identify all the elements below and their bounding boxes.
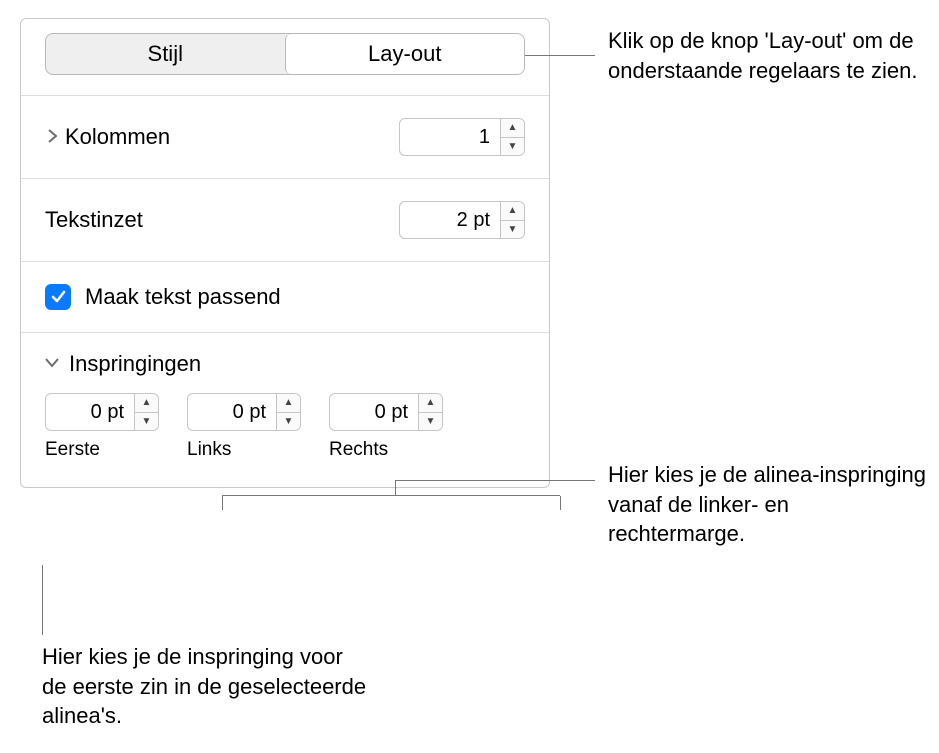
callout-layout-button: Klik op de knop 'Lay-out' om de ondersta… xyxy=(608,26,928,85)
tab-layout-label: Lay-out xyxy=(368,41,441,67)
indent-right-col: ▲ ▼ Rechts xyxy=(329,393,443,461)
chevron-right-icon[interactable] xyxy=(45,125,59,149)
indent-right-down[interactable]: ▼ xyxy=(419,413,442,431)
indent-first-col: ▲ ▼ Eerste xyxy=(45,393,159,461)
indent-first-up[interactable]: ▲ xyxy=(135,394,158,413)
indents-section: Inspringingen ▲ ▼ Eerste ▲ ▼ xyxy=(21,333,549,487)
columns-stepper[interactable]: ▲ ▼ xyxy=(399,118,525,156)
indent-left-label: Links xyxy=(187,439,231,461)
callout-line xyxy=(395,480,595,481)
columns-step-down[interactable]: ▼ xyxy=(501,138,524,156)
inspector-panel: Stijl Lay-out Kolommen ▲ ▼ Tekstinzet ▲ … xyxy=(20,18,550,488)
indent-first-down[interactable]: ▼ xyxy=(135,413,158,431)
columns-input[interactable] xyxy=(400,119,500,155)
tab-style[interactable]: Stijl xyxy=(46,34,285,74)
indent-right-stepper[interactable]: ▲ ▼ xyxy=(329,393,443,431)
indents-header[interactable]: Inspringingen xyxy=(45,351,525,377)
tab-layout[interactable]: Lay-out xyxy=(285,34,525,74)
shrink-fit-checkbox[interactable] xyxy=(45,284,71,310)
check-icon xyxy=(50,289,66,305)
callout-line xyxy=(560,496,561,510)
indents-title-label: Inspringingen xyxy=(69,351,201,377)
chevron-down-icon xyxy=(45,355,63,373)
segmented-control: Stijl Lay-out xyxy=(45,33,525,75)
indent-left-col: ▲ ▼ Links xyxy=(187,393,301,461)
indent-right-up[interactable]: ▲ xyxy=(419,394,442,413)
indent-left-up[interactable]: ▲ xyxy=(277,394,300,413)
text-inset-row: Tekstinzet ▲ ▼ xyxy=(21,179,549,262)
callout-line xyxy=(42,565,43,635)
indent-first-stepper[interactable]: ▲ ▼ xyxy=(45,393,159,431)
indent-right-label: Rechts xyxy=(329,439,388,461)
indent-first-label: Eerste xyxy=(45,439,100,461)
indent-left-stepper[interactable]: ▲ ▼ xyxy=(187,393,301,431)
callout-line xyxy=(525,55,595,56)
tab-style-label: Stijl xyxy=(148,41,183,67)
callout-margin-indent: Hier kies je de alinea-inspringing vanaf… xyxy=(608,460,928,549)
columns-label: Kolommen xyxy=(65,124,399,150)
text-inset-input[interactable] xyxy=(400,202,500,238)
tab-bar: Stijl Lay-out xyxy=(21,19,549,96)
columns-row: Kolommen ▲ ▼ xyxy=(21,96,549,179)
indent-first-input[interactable] xyxy=(46,394,134,430)
callout-line xyxy=(395,480,396,495)
callout-line xyxy=(222,496,223,510)
callout-first-indent: Hier kies je de inspringing voor de eers… xyxy=(42,642,372,731)
text-inset-stepper[interactable]: ▲ ▼ xyxy=(399,201,525,239)
indent-left-input[interactable] xyxy=(188,394,276,430)
text-inset-step-down[interactable]: ▼ xyxy=(501,221,524,239)
indent-left-down[interactable]: ▼ xyxy=(277,413,300,431)
callout-line xyxy=(222,495,560,496)
columns-step-up[interactable]: ▲ xyxy=(501,119,524,138)
shrink-fit-row: Maak tekst passend xyxy=(21,262,549,333)
shrink-fit-label: Maak tekst passend xyxy=(85,284,525,310)
text-inset-label: Tekstinzet xyxy=(45,207,399,233)
text-inset-step-up[interactable]: ▲ xyxy=(501,202,524,221)
indent-right-input[interactable] xyxy=(330,394,418,430)
